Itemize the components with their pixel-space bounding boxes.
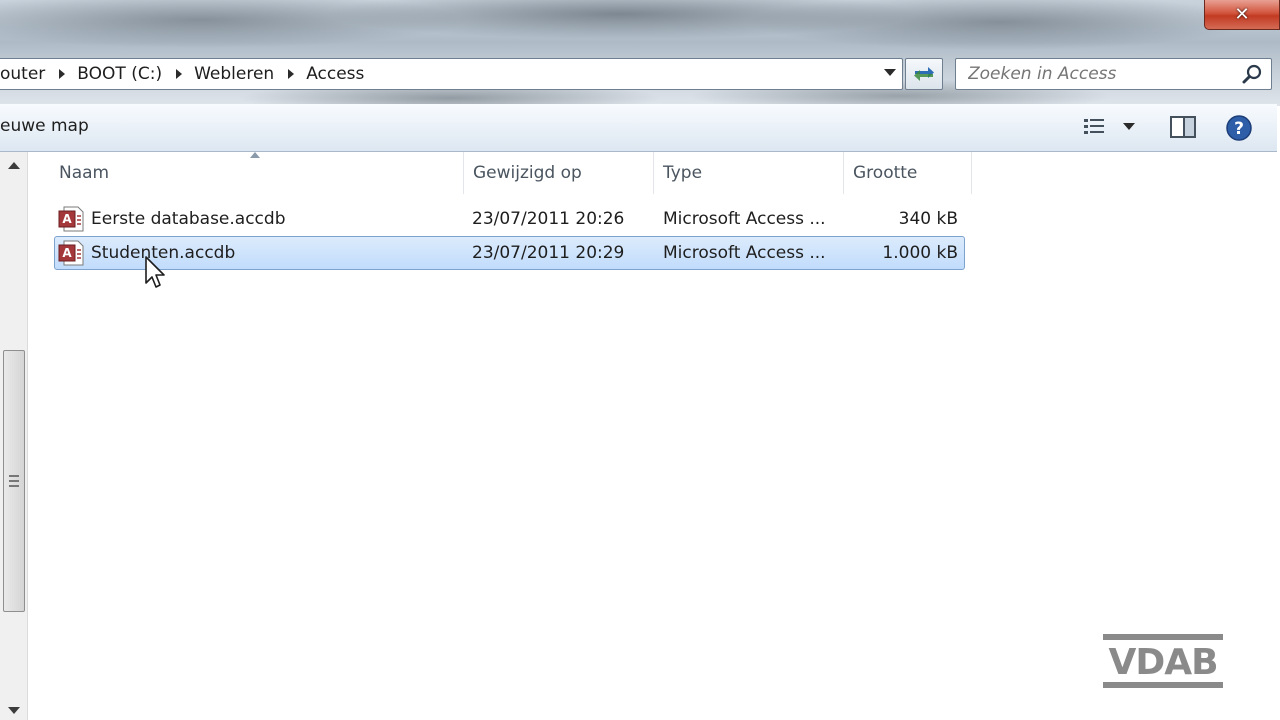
column-headers: Naam Gewijzigd op Type Grootte — [50, 152, 972, 194]
file-type: Microsoft Access ... — [663, 209, 826, 229]
scroll-down-arrow-icon[interactable] — [8, 707, 20, 714]
close-button[interactable]: ✕ — [1204, 0, 1280, 30]
breadcrumb-webleren[interactable]: Webleren — [194, 64, 282, 84]
file-size: 1.000 kB — [882, 243, 958, 263]
breadcrumb-separator-icon[interactable] — [59, 69, 66, 79]
scroll-grip-icon — [9, 475, 19, 487]
file-type: Microsoft Access ... — [663, 243, 826, 263]
navigation-scrollbar[interactable] — [0, 152, 28, 720]
close-icon: ✕ — [1234, 4, 1250, 25]
svg-text:?: ? — [1234, 119, 1244, 139]
mouse-cursor-icon — [145, 256, 165, 288]
command-bar: euwe map ? — [0, 104, 1277, 152]
svg-text:A: A — [62, 212, 72, 226]
refresh-icon — [914, 67, 934, 81]
file-size: 340 kB — [898, 209, 958, 229]
file-row[interactable]: A Eerste database.accdb 23/07/2011 20:26… — [54, 202, 965, 236]
breadcrumb-separator-icon[interactable] — [288, 69, 295, 79]
column-header-modified[interactable]: Gewijzigd op — [464, 152, 654, 194]
file-modified: 23/07/2011 20:26 — [472, 209, 625, 229]
svg-text:A: A — [62, 246, 72, 260]
preview-pane-icon[interactable] — [1169, 114, 1197, 140]
access-file-icon: A — [58, 206, 84, 232]
scroll-up-arrow-icon[interactable] — [8, 162, 20, 169]
help-icon[interactable]: ? — [1225, 114, 1253, 142]
column-header-name[interactable]: Naam — [50, 152, 464, 194]
vdab-logo: VDAB — [1103, 634, 1223, 688]
view-dropdown-icon[interactable] — [1122, 122, 1136, 132]
breadcrumb-boot[interactable]: BOOT (C:) — [77, 64, 170, 84]
new-folder-button[interactable]: euwe map — [0, 116, 89, 136]
search-input[interactable] — [968, 64, 1238, 84]
address-bar[interactable]: outer BOOT (C:) Webleren Access — [0, 58, 903, 90]
search-box[interactable] — [955, 58, 1272, 90]
column-header-type[interactable]: Type — [654, 152, 844, 194]
svg-text:VDAB: VDAB — [1108, 642, 1217, 683]
window-titlebar — [0, 0, 1280, 106]
file-name: Eerste database.accdb — [91, 209, 286, 229]
scroll-thumb[interactable] — [3, 350, 25, 612]
breadcrumb-computer[interactable]: outer — [0, 64, 53, 84]
file-modified: 23/07/2011 20:29 — [472, 243, 625, 263]
column-header-size[interactable]: Grootte — [844, 152, 972, 194]
address-dropdown-icon[interactable] — [884, 69, 896, 76]
view-details-icon[interactable] — [1082, 114, 1108, 140]
access-file-icon: A — [58, 240, 84, 266]
refresh-button[interactable] — [905, 58, 943, 90]
breadcrumb-separator-icon[interactable] — [176, 69, 183, 79]
search-icon[interactable] — [1241, 64, 1263, 86]
file-row-selected[interactable]: A Studenten.accdb 23/07/2011 20:29 Micro… — [54, 236, 965, 270]
breadcrumb-access[interactable]: Access — [306, 64, 372, 84]
